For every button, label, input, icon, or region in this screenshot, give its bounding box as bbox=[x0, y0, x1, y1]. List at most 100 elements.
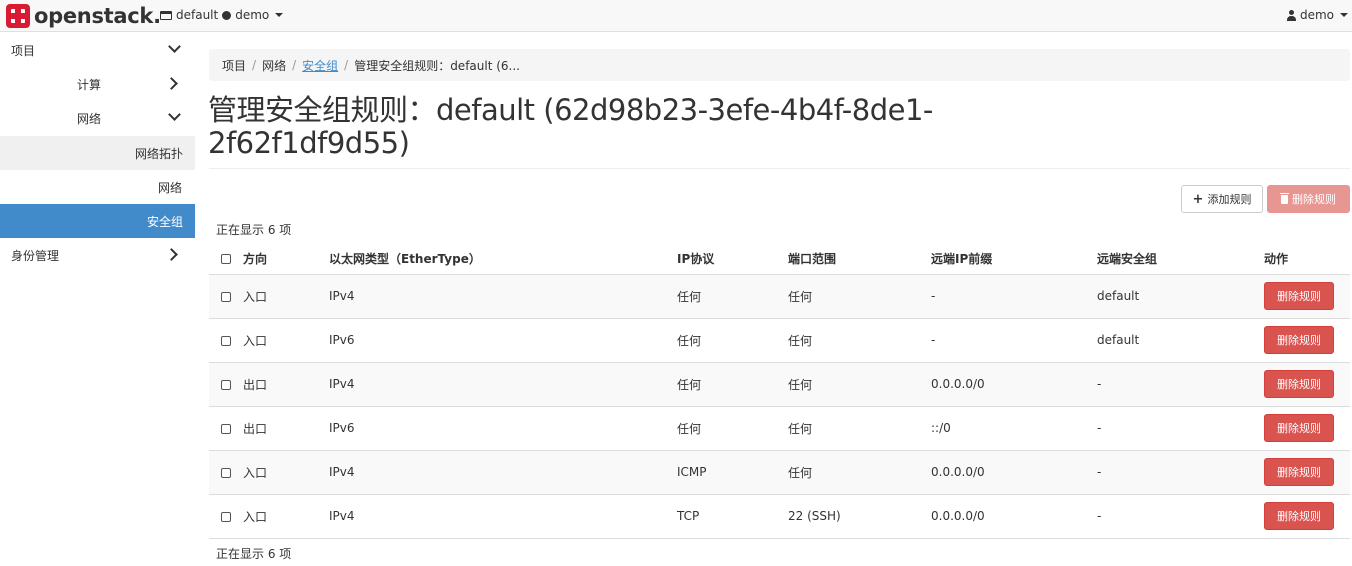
row-select-cell bbox=[209, 362, 243, 407]
page-title: 管理安全组规则：default (62d98b23-3efe-4b4f-8de1… bbox=[208, 93, 933, 160]
trash-icon bbox=[1280, 192, 1289, 204]
table-row: 出口 IPv6 任何 任何 ::/0 - 删除规则 bbox=[209, 406, 1350, 451]
column-header-protocol[interactable]: IP协议 bbox=[677, 243, 788, 275]
remote-group-cell: - bbox=[1097, 362, 1264, 407]
delete-rule-button[interactable]: 删除规则 bbox=[1264, 282, 1334, 310]
add-rule-label: 添加规则 bbox=[1207, 193, 1252, 206]
delete-rule-button[interactable]: 删除规则 bbox=[1264, 458, 1334, 486]
chevron-right-icon bbox=[165, 77, 178, 90]
remote-group-cell: default bbox=[1097, 274, 1264, 319]
project-domain: default bbox=[176, 8, 219, 22]
sidebar-item-label: 网络 bbox=[158, 180, 183, 195]
plus-icon: + bbox=[1192, 191, 1204, 207]
remote-group-cell: - bbox=[1097, 450, 1264, 495]
ethertype-cell: IPv4 bbox=[329, 450, 677, 495]
top-navbar: openstack. default demo demo bbox=[0, 0, 1352, 32]
delete-rules-button[interactable]: 删除规则 bbox=[1267, 185, 1350, 213]
item-count-bottom: 正在显示 6 项 bbox=[216, 547, 292, 561]
user-icon bbox=[1286, 9, 1296, 21]
remote-ip-cell: 0.0.0.0/0 bbox=[931, 450, 1097, 495]
chevron-right-icon bbox=[165, 248, 178, 261]
row-checkbox[interactable] bbox=[221, 379, 231, 390]
chevron-down-icon bbox=[168, 40, 181, 53]
sidebar-item-network[interactable]: 网络 bbox=[0, 101, 195, 135]
ethertype-cell: IPv4 bbox=[329, 274, 677, 319]
remote-ip-cell: ::/0 bbox=[931, 406, 1097, 451]
sidebar-item-network-topology[interactable]: 网络拓扑 bbox=[0, 136, 195, 170]
sidebar-item-identity[interactable]: 身份管理 bbox=[0, 238, 195, 272]
sidebar-item-label: 项目 bbox=[11, 43, 36, 58]
remote-ip-cell: 0.0.0.0/0 bbox=[931, 494, 1097, 539]
delete-rule-button[interactable]: 删除规则 bbox=[1264, 414, 1334, 442]
select-all-checkbox[interactable] bbox=[221, 253, 231, 264]
sidebar-item-security-groups[interactable]: 安全组 bbox=[0, 204, 195, 238]
protocol-cell: 任何 bbox=[677, 362, 788, 407]
security-group-rules-table: 方向 以太网类型（EtherType） IP协议 端口范围 远端IP前缀 远端安… bbox=[209, 243, 1350, 539]
table-row: 入口 IPv4 ICMP 任何 0.0.0.0/0 - 删除规则 bbox=[209, 450, 1350, 495]
remote-ip-cell: - bbox=[931, 274, 1097, 319]
sidebar-item-compute[interactable]: 计算 bbox=[0, 67, 195, 101]
protocol-cell: 任何 bbox=[677, 274, 788, 319]
sidebar-item-networks[interactable]: 网络 bbox=[0, 170, 195, 204]
sidebar-item-label: 安全组 bbox=[147, 214, 184, 229]
breadcrumb-item-project: 项目 bbox=[222, 58, 247, 73]
breadcrumb-separator: / bbox=[344, 58, 349, 72]
protocol-cell: ICMP bbox=[677, 450, 788, 495]
column-header-remote-group[interactable]: 远端安全组 bbox=[1097, 243, 1264, 275]
protocol-cell: TCP bbox=[677, 494, 788, 539]
delete-rules-label: 删除规则 bbox=[1292, 193, 1336, 206]
row-checkbox[interactable] bbox=[221, 423, 231, 434]
user-menu[interactable]: demo bbox=[1286, 8, 1348, 22]
openstack-logo-icon bbox=[6, 4, 30, 28]
user-name: demo bbox=[1299, 8, 1334, 22]
item-count-top: 正在显示 6 项 bbox=[216, 223, 292, 237]
sidebar-item-label: 网络 bbox=[77, 111, 102, 126]
direction-cell: 入口 bbox=[243, 274, 329, 319]
direction-cell: 入口 bbox=[243, 318, 329, 363]
row-checkbox[interactable] bbox=[221, 335, 231, 346]
row-select-cell bbox=[209, 406, 243, 451]
action-cell: 删除规则 bbox=[1264, 406, 1350, 451]
delete-rule-button[interactable]: 删除规则 bbox=[1264, 326, 1334, 354]
breadcrumb-item-network: 网络 bbox=[262, 58, 287, 73]
table-row: 入口 IPv6 任何 任何 - default 删除规则 bbox=[209, 318, 1350, 363]
openstack-logo[interactable]: openstack. bbox=[6, 4, 161, 28]
row-checkbox[interactable] bbox=[221, 467, 231, 478]
separator-dot-icon bbox=[222, 10, 232, 20]
column-header-remote-ip[interactable]: 远端IP前缀 bbox=[931, 243, 1097, 275]
ethertype-cell: IPv4 bbox=[329, 362, 677, 407]
project-name: demo bbox=[235, 8, 270, 22]
port-range-cell: 22 (SSH) bbox=[788, 494, 931, 539]
sidebar-item-label: 网络拓扑 bbox=[135, 146, 184, 161]
remote-ip-cell: - bbox=[931, 318, 1097, 363]
row-select-cell bbox=[209, 274, 243, 319]
delete-rule-button[interactable]: 删除规则 bbox=[1264, 502, 1334, 530]
row-checkbox[interactable] bbox=[221, 291, 231, 302]
breadcrumb-separator: / bbox=[252, 58, 257, 72]
sidebar-item-project[interactable]: 项目 bbox=[0, 33, 195, 67]
port-range-cell: 任何 bbox=[788, 274, 931, 319]
breadcrumb-link-security-groups[interactable]: 安全组 bbox=[302, 57, 338, 74]
add-rule-button[interactable]: + 添加规则 bbox=[1181, 185, 1263, 213]
chevron-down-icon bbox=[168, 108, 181, 121]
table-row: 入口 IPv4 任何 任何 - default 删除规则 bbox=[209, 274, 1350, 319]
row-select-cell bbox=[209, 318, 243, 363]
row-checkbox[interactable] bbox=[221, 511, 231, 522]
column-header-ethertype[interactable]: 以太网类型（EtherType） bbox=[329, 243, 677, 275]
delete-rule-button[interactable]: 删除规则 bbox=[1264, 370, 1334, 398]
brand-name: openstack. bbox=[34, 4, 161, 28]
column-header-direction[interactable]: 方向 bbox=[243, 243, 329, 275]
port-range-cell: 任何 bbox=[788, 406, 931, 451]
direction-cell: 出口 bbox=[243, 406, 329, 451]
breadcrumb-item-current: 管理安全组规则：default (6... bbox=[354, 58, 520, 73]
remote-ip-cell: 0.0.0.0/0 bbox=[931, 362, 1097, 407]
remote-group-cell: default bbox=[1097, 318, 1264, 363]
project-switcher[interactable]: default demo bbox=[160, 8, 284, 22]
column-header-port-range[interactable]: 端口范围 bbox=[788, 243, 931, 275]
sidebar-item-label: 身份管理 bbox=[11, 248, 60, 263]
direction-cell: 入口 bbox=[243, 494, 329, 539]
protocol-cell: 任何 bbox=[677, 318, 788, 363]
row-select-cell bbox=[209, 494, 243, 539]
port-range-cell: 任何 bbox=[788, 450, 931, 495]
action-cell: 删除规则 bbox=[1264, 450, 1350, 495]
